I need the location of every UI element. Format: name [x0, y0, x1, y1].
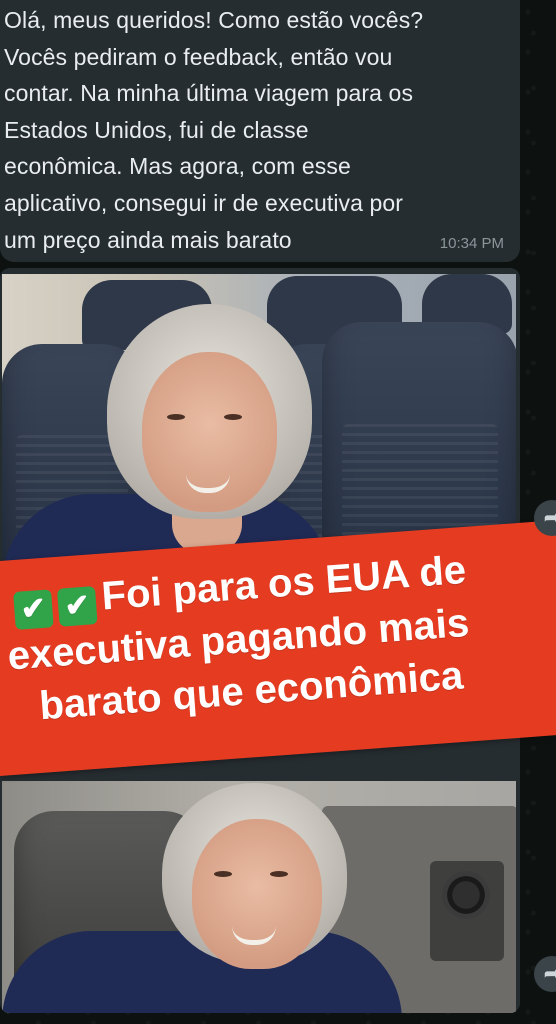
check-mark-icon: ✔	[56, 586, 98, 627]
face	[192, 819, 322, 969]
message-timestamp: 10:34 PM	[439, 235, 504, 252]
text-message-bubble[interactable]: Olá, meus queridos! Como estão vocês? Vo…	[0, 0, 520, 262]
check-mark-icon: ✔	[13, 589, 54, 630]
speaker	[442, 871, 490, 919]
message-text: Olá, meus queridos! Como estão vocês? Vo…	[4, 7, 424, 253]
executive-cabin-photo[interactable]	[2, 781, 516, 1013]
